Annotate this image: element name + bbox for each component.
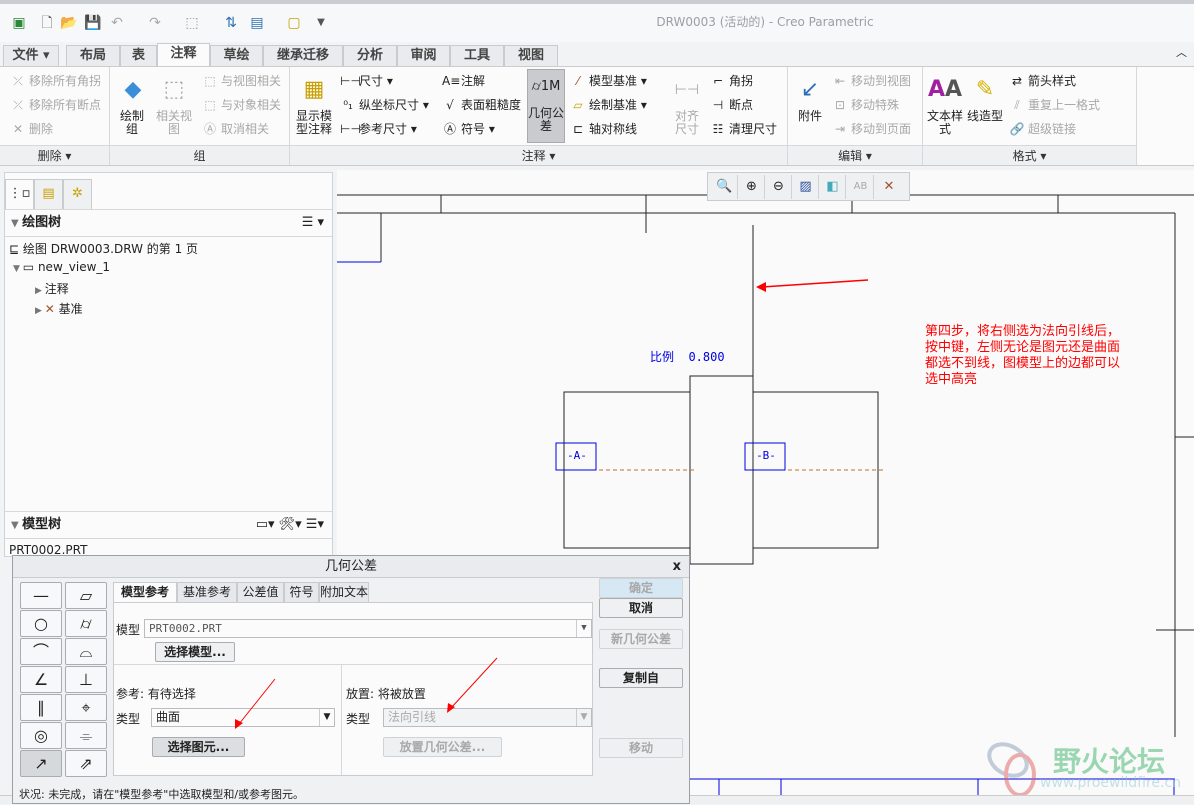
red-arrows-overlay bbox=[235, 657, 498, 729]
dialog-status: 状况: 未完成，请在"模型参考"中选取模型和/或参考图元。 bbox=[19, 788, 305, 801]
note-line: 按中键，左侧无论是图元还是曲面 bbox=[925, 340, 1121, 355]
zoom-in-icon[interactable]: ⊕ bbox=[739, 175, 765, 199]
red-arrow-annotation bbox=[756, 279, 869, 292]
move-button[interactable]: 移动 bbox=[599, 738, 683, 758]
datum-a-label: -A- bbox=[567, 449, 587, 462]
view-toolbar: 🔍 ⊕ ⊖ ▨ ◧ AB ✕ bbox=[707, 172, 910, 201]
scale-label[interactable]: 比例 0.800 bbox=[650, 348, 725, 365]
note-line: 第四步，将右侧选为法向引线后， bbox=[925, 324, 1121, 339]
new-gtol-button[interactable]: 新几何公差 bbox=[599, 629, 683, 649]
note-line: 选中高亮 bbox=[925, 372, 978, 387]
watermark-text: 野火论坛 bbox=[1053, 745, 1166, 778]
ok-button[interactable]: 确定 bbox=[599, 578, 683, 598]
repaint-icon[interactable]: ▨ bbox=[793, 175, 819, 199]
watermark-url: www.proewildfire.cn bbox=[1040, 775, 1182, 791]
display-style-icon[interactable]: ◧ bbox=[820, 175, 846, 199]
copy-from-button[interactable]: 复制自 bbox=[599, 668, 683, 688]
refit-icon[interactable]: 🔍 bbox=[712, 175, 738, 199]
red-note: 第四步，将右侧选为法向引线后， 按中键，左侧无论是图元还是曲面 都选不到线，图模… bbox=[925, 324, 1120, 388]
datum-b-label: -B- bbox=[756, 449, 776, 462]
note-line: 都选不到线，图模型上的边都可以 bbox=[925, 356, 1121, 371]
annotation-display-icon[interactable]: AB bbox=[848, 175, 874, 199]
cancel-button[interactable]: 取消 bbox=[599, 598, 683, 618]
datum-display-icon[interactable]: ✕ bbox=[876, 175, 902, 199]
watermark-logo bbox=[987, 742, 1036, 797]
geometric-tolerance-dialog: 几何公差 x — ▱ ○ ⌭ ⌒ ⌓ ∠ ⊥ ∥ ⌖ ◎ ⌯ ↗ ⇗ 模型参考 基… bbox=[12, 555, 690, 804]
zoom-out-icon[interactable]: ⊖ bbox=[766, 175, 792, 199]
part-view[interactable] bbox=[563, 225, 879, 565]
